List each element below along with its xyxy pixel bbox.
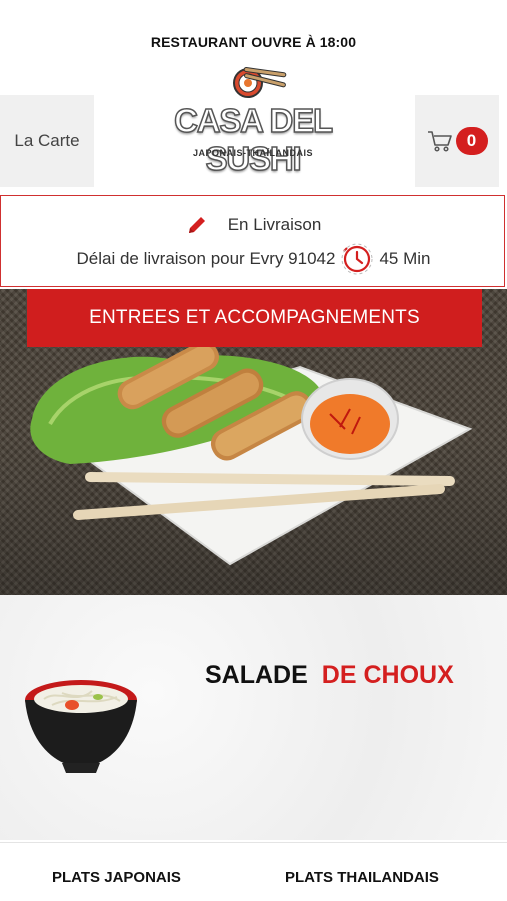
cart-button[interactable]: 0 — [415, 95, 499, 187]
delivery-delay-row: Délai de livraison pour Evry 91042 45 Mi… — [1, 243, 506, 275]
featured-dish-section[interactable]: SALADE DE CHOUX — [0, 595, 507, 840]
featured-title-part2: DE CHOUX — [321, 661, 454, 689]
logo-name: CASA DEL SUSHI — [173, 101, 334, 178]
category-hero-image[interactable]: ENTREES ET ACCOMPAGNEMENTS — [0, 289, 507, 595]
nav-plats-japonais[interactable]: PLATS JAPONAIS — [52, 869, 181, 886]
opening-status: RESTAURANT OUVRE À 18:00 — [150, 34, 357, 50]
delivery-mode-row[interactable]: En Livraison — [1, 214, 506, 236]
featured-title-part1: SALADE — [205, 661, 308, 689]
bottom-navigation: PLATS JAPONAIS PLATS THAILANDAIS — [0, 842, 507, 901]
nav-plats-thailandais[interactable]: PLATS THAILANDAIS — [285, 869, 439, 886]
menu-button[interactable]: La Carte — [0, 95, 94, 187]
cabbage-salad-bowl-image — [25, 680, 137, 773]
featured-dish-title: SALADE DE CHOUX — [205, 661, 454, 690]
sushi-logo-icon — [233, 66, 287, 98]
pencil-icon — [188, 217, 205, 233]
delivery-delay-text: Délai de livraison pour Evry 91042 — [76, 249, 336, 268]
menu-label: La Carte — [14, 131, 80, 150]
delivery-delay-value: 45 Min — [379, 249, 431, 268]
logo-tagline: JAPONAIS-THAÏLANDAIS — [192, 148, 313, 158]
delivery-panel[interactable]: En Livraison Délai de livraison pour Evr… — [0, 195, 505, 287]
clock-icon — [341, 243, 373, 275]
cart-icon — [427, 131, 452, 152]
category-title-banner[interactable]: ENTREES ET ACCOMPAGNEMENTS — [27, 289, 482, 347]
delivery-mode-label: En Livraison — [227, 215, 322, 234]
cart-count-badge: 0 — [455, 127, 488, 155]
restaurant-logo[interactable]: CASA DEL SUSHI JAPONAIS-THAÏLANDAIS — [125, 65, 381, 178]
